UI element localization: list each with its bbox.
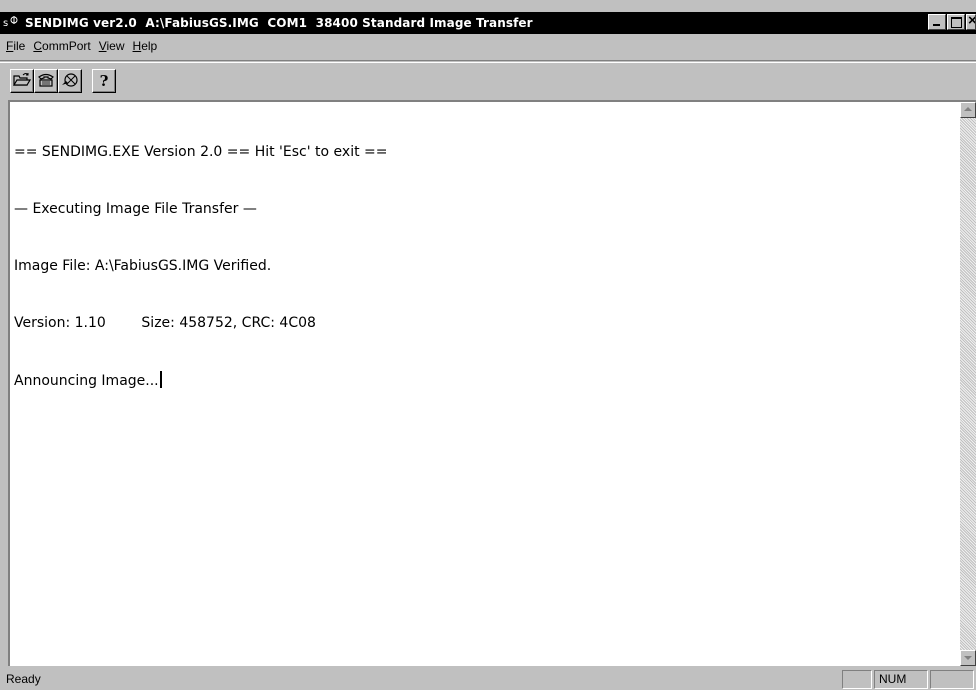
status-bar: Ready NUM [0, 668, 976, 690]
status-pane-scroll [930, 670, 974, 689]
modem-icon [37, 72, 55, 91]
transfer-log: == SENDIMG.EXE Version 2.0 == Hit 'Esc' … [14, 105, 954, 429]
window-title: SENDIMG ver2.0 A:\FabiusGS.IMG COM1 3840… [25, 16, 533, 30]
menu-bar: File CommPort View Help [0, 36, 976, 56]
menu-help[interactable]: Help [133, 39, 158, 53]
help-button[interactable]: ? [92, 69, 116, 93]
sendimg-window: s SENDIMG ver2.0 A:\FabiusGS.IMG COM1 38… [0, 0, 976, 690]
title-bar[interactable]: s SENDIMG ver2.0 A:\FabiusGS.IMG COM1 38… [0, 12, 976, 34]
transfer-log-pane[interactable]: == SENDIMG.EXE Version 2.0 == Hit 'Esc' … [8, 100, 976, 666]
help-icon: ? [99, 72, 109, 90]
status-num-indicator: NUM [874, 670, 928, 689]
toolbar: ? [0, 60, 976, 98]
open-folder-icon [12, 72, 32, 91]
menu-commport[interactable]: CommPort [33, 39, 90, 53]
menu-file[interactable]: File [6, 39, 25, 53]
menu-view[interactable]: View [99, 39, 125, 53]
modem-button[interactable] [34, 69, 58, 93]
log-line: Announcing Image... [14, 373, 159, 389]
log-line: == SENDIMG.EXE Version 2.0 == Hit 'Esc' … [14, 144, 388, 160]
status-pane-caps [842, 670, 872, 689]
close-button[interactable] [966, 14, 976, 30]
status-message: Ready [6, 672, 41, 686]
svg-text:s: s [3, 18, 8, 29]
transfer-button[interactable] [58, 69, 82, 93]
log-line: Version: 1.10 Size: 458752, CRC: 4C08 [14, 315, 316, 331]
open-button[interactable] [10, 69, 34, 93]
sendimg-icon[interactable]: s [3, 14, 23, 32]
scroll-down-button[interactable] [960, 650, 976, 666]
maximize-button[interactable] [947, 14, 965, 30]
minimize-button[interactable] [928, 14, 946, 30]
transfer-icon [61, 72, 79, 91]
vertical-scrollbar[interactable] [960, 102, 976, 666]
log-line: — Executing Image File Transfer — [14, 201, 257, 217]
scroll-up-button[interactable] [960, 102, 976, 118]
text-caret [159, 371, 162, 388]
log-line: Image File: A:\FabiusGS.IMG Verified. [14, 258, 272, 274]
